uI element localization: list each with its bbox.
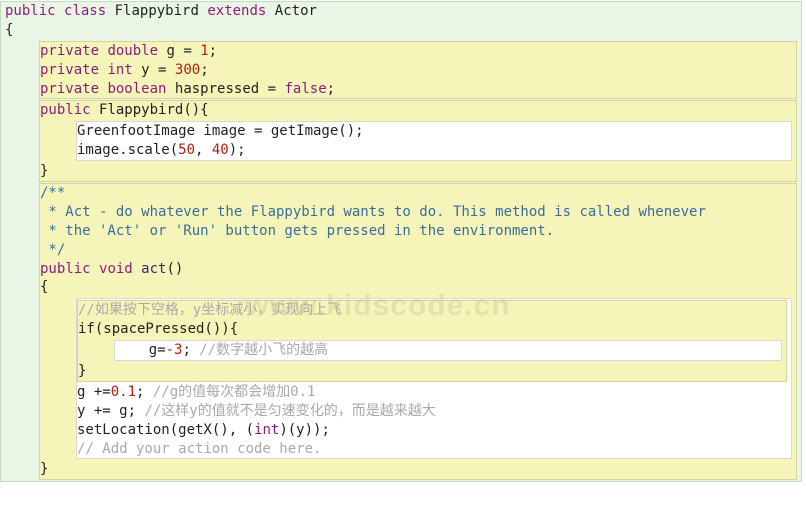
ctor-line2: image.scale(50, 40); bbox=[77, 141, 791, 160]
if-close: } bbox=[78, 362, 786, 381]
line-y-inc: y += g; //这样y的值就不是匀速变化的，而是越来越大 bbox=[77, 402, 791, 421]
line-todo: // Add your action code here. bbox=[77, 440, 791, 459]
doc-line2: * Act - do whatever the Flappybird wants… bbox=[40, 203, 796, 222]
doc-line3: * the 'Act' or 'Run' button gets pressed… bbox=[40, 222, 796, 241]
class-scope: public class Flappybird extends Actor { … bbox=[0, 1, 802, 482]
act-body: //如果按下空格，y坐标减小，实现向上飞 if(spacePressed()){… bbox=[76, 298, 792, 459]
if-block-outer: //如果按下空格，y坐标减小，实现向上飞 if(spacePressed()){… bbox=[77, 300, 787, 382]
ctor-line1: GreenfootImage image = getImage(); bbox=[77, 122, 791, 141]
class-decl: public class Flappybird extends Actor bbox=[5, 2, 801, 21]
field-haspressed: private boolean haspressed = false; bbox=[40, 80, 796, 99]
act-open: { bbox=[40, 278, 796, 297]
comment-top: //如果按下空格，y坐标减小，实现向上飞 bbox=[78, 301, 786, 320]
code-editor[interactable]: public class Flappybird extends Actor { … bbox=[0, 1, 806, 531]
fields-block: private double g = 1; private int y = 30… bbox=[39, 41, 797, 100]
line-g-inc: g +=0.1; //g的值每次都会增加0.1 bbox=[77, 383, 791, 402]
brace-open: { bbox=[5, 21, 801, 40]
constructor-block: public Flappybird(){ GreenfootImage imag… bbox=[39, 100, 797, 182]
act-decl: public void act() bbox=[40, 260, 796, 279]
field-y: private int y = 300; bbox=[40, 61, 796, 80]
if-body-line: g=-3; //数字越小飞的越高 bbox=[115, 341, 781, 360]
doc-line1: /** bbox=[40, 184, 796, 203]
field-g: private double g = 1; bbox=[40, 42, 796, 61]
line-setloc: setLocation(getX(), (int)(y)); bbox=[77, 421, 791, 440]
ctor-body: GreenfootImage image = getImage(); image… bbox=[76, 121, 792, 161]
ctor-decl: public Flappybird(){ bbox=[40, 101, 796, 120]
act-block: /** * Act - do whatever the Flappybird w… bbox=[39, 183, 797, 480]
doc-line4: */ bbox=[40, 241, 796, 260]
if-body: g=-3; //数字越小飞的越高 bbox=[114, 340, 782, 361]
ctor-close: } bbox=[40, 162, 796, 181]
if-decl: if(spacePressed()){ bbox=[78, 320, 786, 339]
act-close: } bbox=[40, 460, 796, 479]
